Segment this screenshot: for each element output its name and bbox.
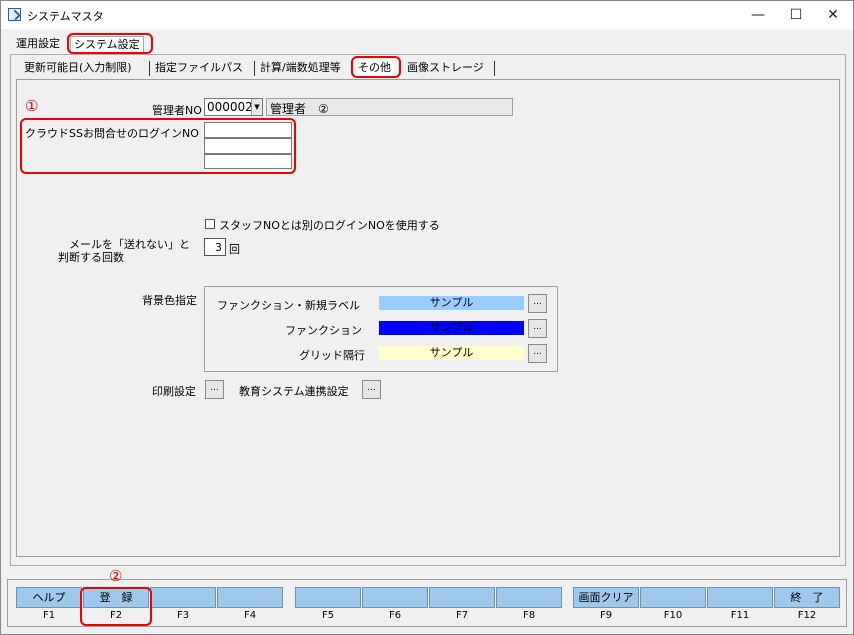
fkey-label: F3 <box>176 610 190 621</box>
fkey-label: F5 <box>321 610 335 621</box>
bg-row-label-function: ファンクション <box>285 324 362 337</box>
f5-button[interactable] <box>295 587 361 608</box>
highlight-other-tab <box>351 56 401 78</box>
fkey-label: F1 <box>42 610 56 621</box>
f1-help-button[interactable]: ヘルプ <box>16 587 82 608</box>
fkey-label: F9 <box>599 610 613 621</box>
f7-button[interactable] <box>429 587 495 608</box>
fkey-label: F11 <box>730 610 750 621</box>
title-bar: システムマスタ — ☐ ✕ <box>1 1 853 29</box>
tab-operation-settings[interactable]: 運用設定 <box>13 36 63 54</box>
bg-sample-function-new: サンプル <box>379 296 524 310</box>
fkey-label: F7 <box>455 610 469 621</box>
mail-fail-unit: 回 <box>229 243 240 256</box>
tab-separator <box>494 61 495 76</box>
highlight-f2-register <box>80 587 152 626</box>
fkey-label: F8 <box>522 610 536 621</box>
tab-update-date[interactable]: 更新可能日(入力制限) <box>21 59 135 77</box>
bg-sample-function: サンプル <box>379 321 524 335</box>
f4-button[interactable] <box>217 587 283 608</box>
edu-link-label: 教育システム連携設定 <box>239 385 349 398</box>
app-icon <box>8 8 21 21</box>
f3-button[interactable] <box>150 587 216 608</box>
bg-row-label-function-new: ファンクション・新規ラベル <box>217 299 360 312</box>
admin-no-label: 管理者NO <box>152 104 202 117</box>
highlight-system-settings-tab <box>67 33 153 54</box>
bg-color-label: 背景色指定 <box>142 294 197 307</box>
highlight-cloud-login <box>20 118 296 174</box>
edu-link-button[interactable]: ... <box>362 380 381 399</box>
app-window: システムマスタ — ☐ ✕ 運用設定 システム設定 更新可能日(入力制限) 指定… <box>0 0 854 635</box>
admin-no-value: 000002 <box>207 100 253 114</box>
f9-clear-button[interactable]: 画面クリア <box>573 587 639 608</box>
bg-pick-button-function[interactable]: ... <box>528 319 547 338</box>
bg-pick-button-function-new[interactable]: ... <box>528 294 547 313</box>
admin-name-field: 管理者 ② <box>266 98 513 116</box>
tab-calculation[interactable]: 計算/端数処理等 <box>257 59 344 77</box>
bg-row-label-grid: グリッド隔行 <box>299 349 365 362</box>
tab-image-storage[interactable]: 画像ストレージ <box>404 59 487 77</box>
f12-exit-button[interactable]: 終 了 <box>774 587 840 608</box>
bg-sample-grid: サンプル <box>379 346 524 360</box>
f10-button[interactable] <box>640 587 706 608</box>
fkey-label: F12 <box>797 610 817 621</box>
staff-login-checkbox[interactable] <box>205 219 215 229</box>
window-title: システムマスタ <box>27 10 104 23</box>
print-settings-button[interactable]: ... <box>205 380 224 399</box>
bg-pick-button-grid[interactable]: ... <box>528 344 547 363</box>
staff-login-checkbox-label: スタッフNOとは別のログインNOを使用する <box>219 219 440 232</box>
fkey-label: F10 <box>663 610 683 621</box>
close-button[interactable]: ✕ <box>814 1 852 29</box>
f6-button[interactable] <box>362 587 428 608</box>
mail-fail-label-line2: 判断する回数 <box>58 251 124 264</box>
fkey-label: F4 <box>243 610 257 621</box>
tab-file-path[interactable]: 指定ファイルパス <box>152 59 246 77</box>
annotation-marker-1: ① <box>25 97 39 115</box>
tab-separator <box>254 61 255 76</box>
print-settings-label: 印刷設定 <box>152 385 196 398</box>
f8-button[interactable] <box>496 587 562 608</box>
mail-fail-count-input[interactable]: 3 <box>204 238 226 256</box>
chevron-down-icon[interactable]: ▼ <box>251 99 262 115</box>
maximize-button[interactable]: ☐ <box>777 1 815 29</box>
f11-button[interactable] <box>707 587 773 608</box>
tab-separator <box>149 61 150 76</box>
mail-fail-count-value: 3 <box>215 241 222 254</box>
fkey-label: F6 <box>388 610 402 621</box>
admin-no-select[interactable]: 000002 ▼ <box>204 98 263 116</box>
minimize-button[interactable]: — <box>739 1 777 29</box>
annotation-marker-2: ② <box>109 567 123 585</box>
admin-name-text: 管理者 ② <box>270 102 329 116</box>
